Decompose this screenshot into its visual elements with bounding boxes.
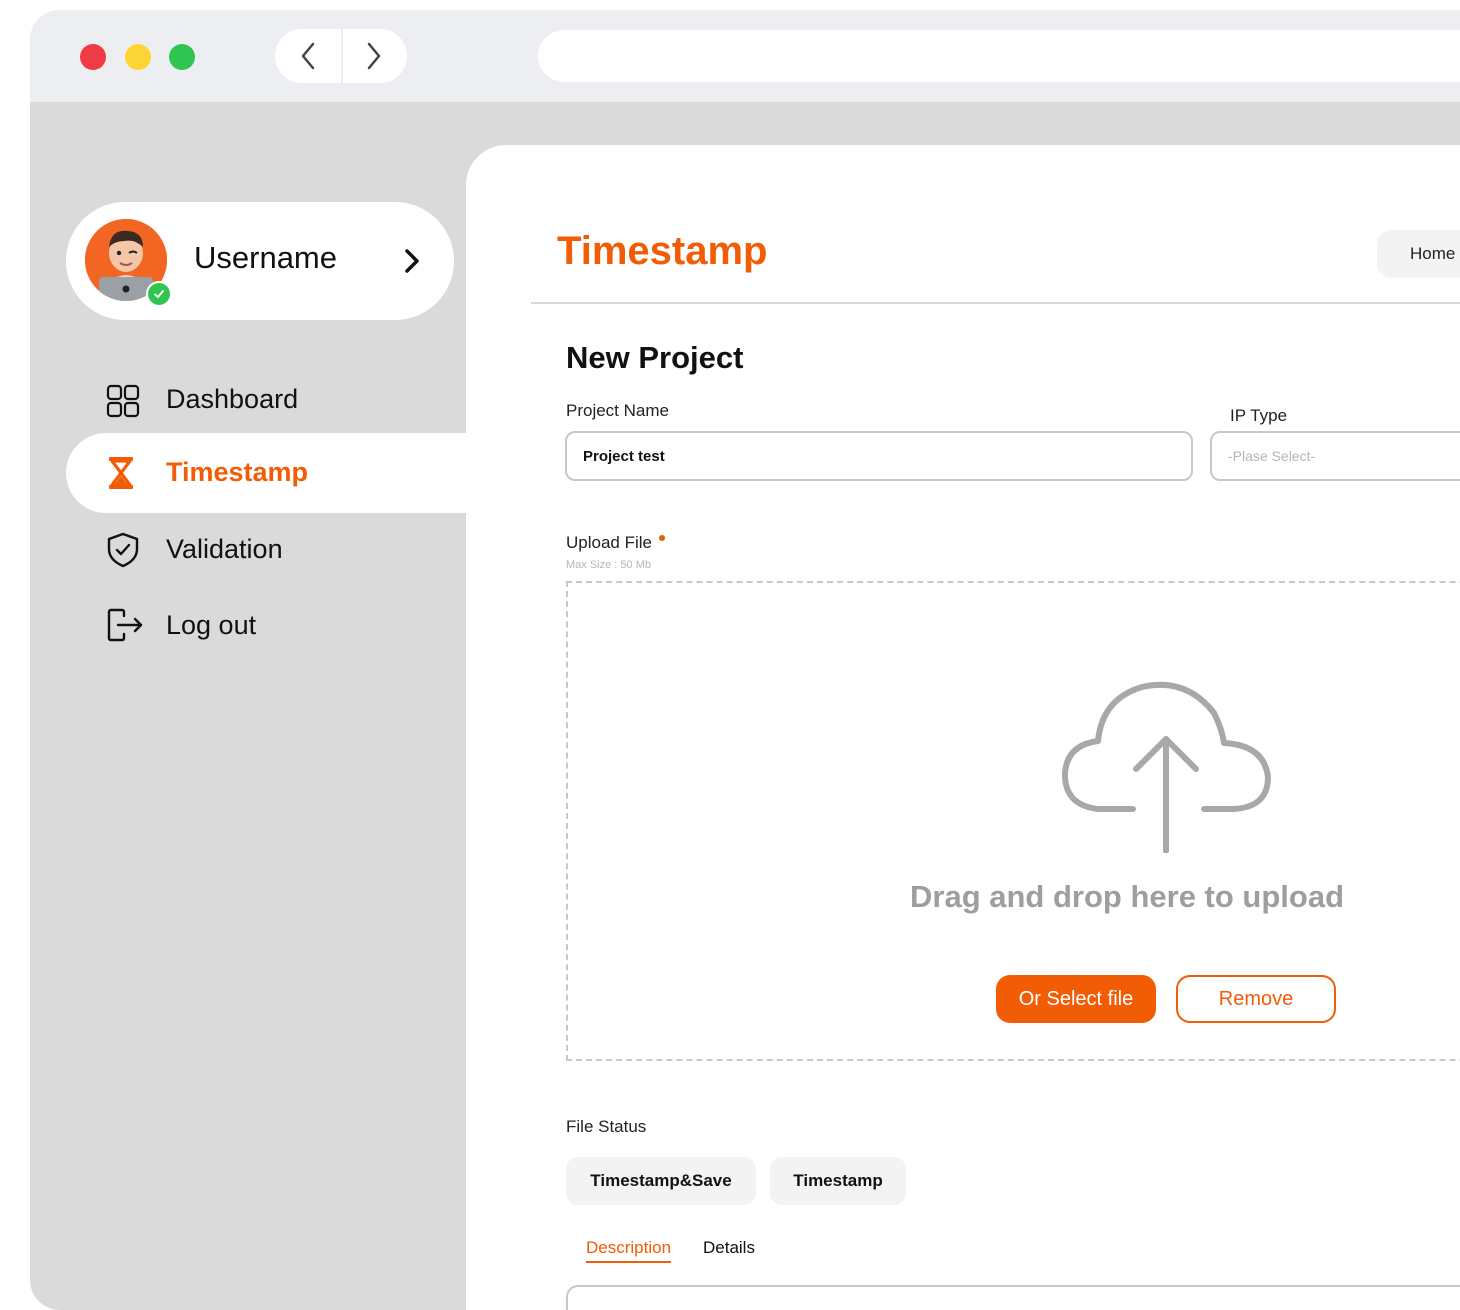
sidebar-item-dashboard[interactable]: Dashboard: [66, 360, 486, 440]
file-status-option-timestamp[interactable]: Timestamp: [770, 1157, 906, 1205]
sidebar-item-label: Log out: [166, 610, 257, 640]
history-nav: [275, 29, 407, 83]
minimize-window-button[interactable]: [125, 44, 151, 70]
ip-type-select[interactable]: -Plase Select-: [1210, 431, 1460, 481]
sidebar-item-label: Dashboard: [166, 384, 299, 414]
back-button[interactable]: [275, 29, 343, 83]
close-window-button[interactable]: [80, 44, 106, 70]
tab-description[interactable]: Description: [586, 1238, 672, 1263]
address-bar[interactable]: [538, 30, 1460, 82]
tab-details[interactable]: Details: [703, 1238, 755, 1258]
chevron-right-icon[interactable]: [404, 248, 420, 278]
file-status-option-timestamp-save[interactable]: Timestamp&Save: [566, 1157, 756, 1205]
ip-type-label: IP Type: [1230, 406, 1288, 425]
drag-drop-text: Drag and drop here to upload: [910, 879, 1345, 914]
file-dropzone[interactable]: Drag and drop here to upload Or Select f…: [566, 581, 1460, 1061]
sidebar-item-timestamp[interactable]: Timestamp: [66, 433, 486, 513]
max-size-hint: Max Size : 50 Mb: [566, 559, 651, 571]
chevron-right-icon: [367, 42, 381, 70]
header-divider: [531, 302, 1460, 304]
remove-button[interactable]: Remove: [1176, 975, 1336, 1023]
hourglass-icon: [106, 455, 136, 495]
breadcrumb-label: Home: [1410, 244, 1456, 263]
breadcrumb-home[interactable]: Home: [1377, 230, 1460, 278]
chevron-left-icon: [301, 42, 315, 70]
sidebar-item-label: Validation: [166, 534, 283, 564]
upload-file-label: Upload File: [566, 533, 652, 552]
project-name-value: Project test: [583, 448, 665, 465]
page-title: Timestamp: [557, 229, 768, 273]
cloud-upload-icon: [1058, 673, 1278, 857]
project-name-label: Project Name: [566, 401, 669, 420]
sidebar-item-validation[interactable]: Validation: [66, 510, 486, 590]
project-name-input[interactable]: Project test: [565, 431, 1193, 481]
description-textarea[interactable]: [566, 1285, 1460, 1310]
main-panel: Timestamp Home New Project Project Name …: [466, 145, 1460, 1310]
online-status-icon: [146, 281, 172, 307]
section-title: New Project: [566, 340, 744, 375]
username: Username: [194, 240, 337, 275]
forward-button[interactable]: [341, 29, 407, 83]
title-bar: [30, 10, 1460, 102]
maximize-window-button[interactable]: [169, 44, 195, 70]
ip-type-placeholder: -Plase Select-: [1228, 448, 1316, 464]
logout-icon: [106, 608, 144, 646]
user-profile-card[interactable]: Username: [66, 202, 454, 320]
file-status-label: File Status: [566, 1117, 647, 1136]
grid-icon: [106, 384, 140, 422]
sidebar-item-logout[interactable]: Log out: [66, 586, 486, 666]
select-file-button[interactable]: Or Select file: [996, 975, 1156, 1023]
sidebar-item-label: Timestamp: [166, 457, 309, 487]
shield-check-icon: [106, 532, 140, 572]
browser-window: Username Dashboard Timestamp Validation …: [30, 10, 1460, 1310]
required-indicator: [659, 535, 665, 541]
